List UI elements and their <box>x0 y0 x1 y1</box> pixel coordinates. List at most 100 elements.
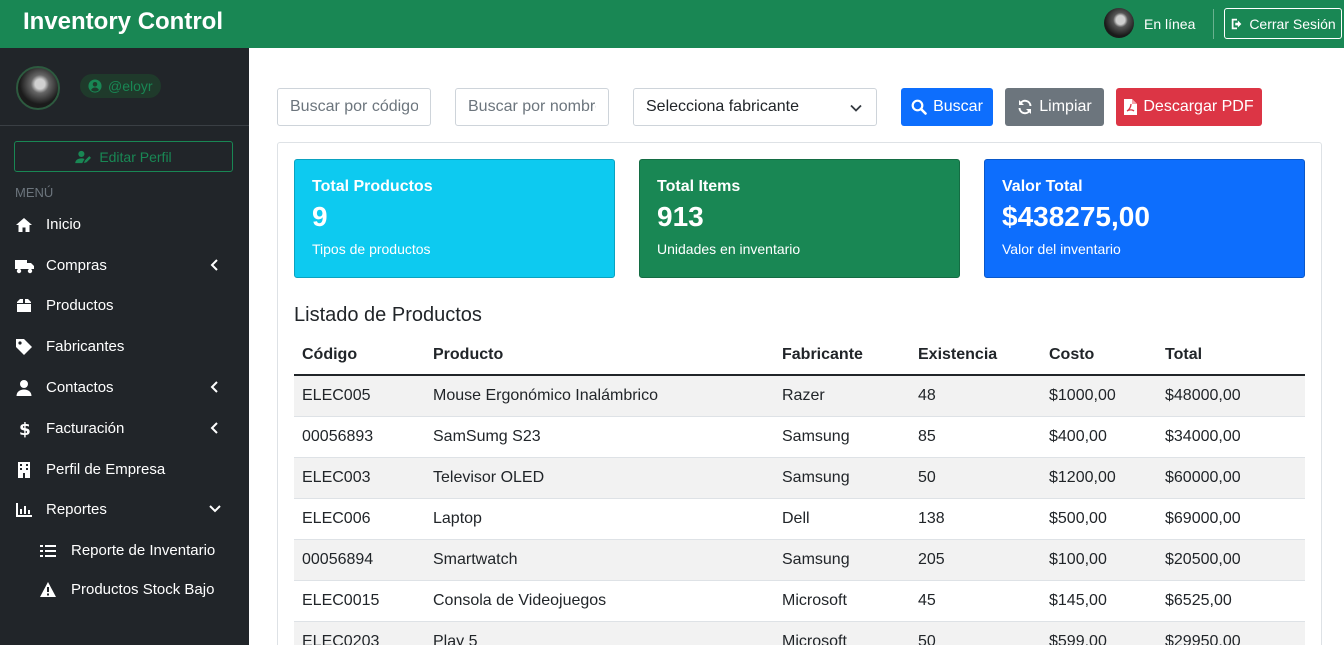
cell-total: $60000,00 <box>1157 457 1305 499</box>
sidebar-item-contactos[interactable]: Contactos <box>0 368 249 408</box>
sidebar-subitem-stock-bajo[interactable]: Productos Stock Bajo <box>0 571 249 609</box>
cell-total: $29950,00 <box>1157 621 1305 645</box>
table-row[interactable]: 00056893 SamSumg S23 Samsung 85 $400,00 … <box>294 416 1305 458</box>
user-circle-icon <box>88 79 102 93</box>
cell-existencia: 50 <box>910 621 1041 645</box>
clear-button-label: Limpiar <box>1039 98 1092 115</box>
sidebar-item-label: Productos <box>46 297 114 314</box>
box-icon <box>15 297 33 315</box>
cell-total: $69000,00 <box>1157 498 1305 540</box>
cell-fabricante: Samsung <box>774 416 910 458</box>
cell-existencia: 48 <box>910 375 1041 417</box>
search-button[interactable]: Buscar <box>901 88 993 126</box>
cell-fabricante: Samsung <box>774 539 910 581</box>
sidebar-item-compras[interactable]: Compras <box>0 246 249 286</box>
stat-card-valor-total: Valor Total $438275,00 Valor del inventa… <box>984 159 1305 278</box>
cell-costo: $400,00 <box>1041 416 1157 458</box>
sidebar-item-fabricantes[interactable]: Fabricantes <box>0 327 249 367</box>
sidebar-item-productos[interactable]: Productos <box>0 286 249 326</box>
sidebar-item-facturacion[interactable]: $ Facturación <box>0 409 249 449</box>
cell-costo: $599,00 <box>1041 621 1157 645</box>
truck-icon <box>15 257 34 275</box>
navbar-divider <box>1213 9 1214 39</box>
manufacturer-select-value: Selecciona fabricante <box>646 98 799 115</box>
sidebar-subitem-label: Reporte de Inventario <box>71 542 216 559</box>
cell-producto: Play 5 <box>425 621 774 645</box>
logout-label: Cerrar Sesión <box>1249 15 1336 32</box>
stat-value: 913 <box>657 201 704 232</box>
username-badge[interactable]: @eloyr <box>80 74 161 98</box>
search-icon <box>911 99 927 115</box>
user-icon <box>15 379 33 397</box>
stat-card-total-items: Total Items 913 Unidades en inventario <box>639 159 960 278</box>
sidebar-profile: @eloyr <box>0 48 249 126</box>
table-row[interactable]: ELEC006 Laptop Dell 138 $500,00 $69000,0… <box>294 498 1305 540</box>
sidebar-item-inicio[interactable]: Inicio <box>0 205 249 245</box>
stat-title: Valor Total <box>1002 178 1083 195</box>
stat-value: $438275,00 <box>1002 201 1150 232</box>
cell-costo: $100,00 <box>1041 539 1157 581</box>
products-list-title: Listado de Productos <box>294 304 482 326</box>
sidebar-subitem-label: Productos Stock Bajo <box>71 581 215 598</box>
cell-costo: $500,00 <box>1041 498 1157 540</box>
stat-subtitle: Unidades en inventario <box>657 241 801 257</box>
dollar-icon: $ <box>15 420 33 438</box>
online-status: En línea <box>1144 16 1196 32</box>
table-row[interactable]: ELEC0015 Consola de Videojuegos Microsof… <box>294 580 1305 622</box>
manufacturer-select[interactable]: Selecciona fabricante <box>633 88 877 126</box>
refresh-icon <box>1017 99 1033 115</box>
logout-button[interactable]: Cerrar Sesión <box>1224 8 1342 39</box>
menu-heading: MENÚ <box>15 185 54 200</box>
home-icon <box>15 216 33 234</box>
column-header-costo[interactable]: Costo <box>1041 335 1157 376</box>
sidebar-subitem-reporte-inventario[interactable]: Reporte de Inventario <box>0 532 249 570</box>
column-header-fabricante[interactable]: Fabricante <box>774 335 910 376</box>
column-header-producto[interactable]: Producto <box>425 335 774 376</box>
sidebar-item-label: Contactos <box>46 379 114 396</box>
column-header-total[interactable]: Total <box>1157 335 1305 376</box>
chart-icon <box>15 501 33 519</box>
cell-producto: Laptop <box>425 498 774 540</box>
cell-costo: $1000,00 <box>1041 375 1157 417</box>
cell-total: $6525,00 <box>1157 580 1305 622</box>
clear-button[interactable]: Limpiar <box>1005 88 1104 126</box>
avatar[interactable] <box>16 66 60 110</box>
cell-costo: $145,00 <box>1041 580 1157 622</box>
edit-profile-label: Editar Perfil <box>99 148 172 165</box>
column-header-codigo[interactable]: Código <box>294 335 425 376</box>
warning-icon <box>39 581 57 599</box>
navbar-avatar[interactable] <box>1104 8 1134 38</box>
cell-fabricante: Microsoft <box>774 621 910 645</box>
table-row[interactable]: ELEC0203 Play 5 Microsoft 50 $599,00 $29… <box>294 621 1305 645</box>
sidebar-item-label: Fabricantes <box>46 338 125 355</box>
stat-card-total-productos: Total Productos 9 Tipos de productos <box>294 159 615 278</box>
download-pdf-button[interactable]: Descargar PDF <box>1116 88 1262 126</box>
sidebar-item-label: Facturación <box>46 420 125 437</box>
tag-icon <box>15 338 33 356</box>
search-name-input[interactable] <box>455 88 609 126</box>
cell-codigo: 00056893 <box>294 416 425 458</box>
cell-existencia: 45 <box>910 580 1041 622</box>
chevron-left-icon <box>209 422 221 434</box>
table-row[interactable]: ELEC005 Mouse Ergonómico Inalámbrico Raz… <box>294 375 1305 417</box>
column-header-existencia[interactable]: Existencia <box>910 335 1041 376</box>
table-header-row: Código Producto Fabricante Existencia Co… <box>294 335 1305 376</box>
chevron-left-icon <box>209 381 221 393</box>
edit-profile-button[interactable]: Editar Perfil <box>14 141 233 172</box>
chevron-down-icon <box>850 102 862 114</box>
search-button-label: Buscar <box>933 98 983 115</box>
search-code-input[interactable] <box>277 88 431 126</box>
table-row[interactable]: ELEC003 Televisor OLED Samsung 50 $1200,… <box>294 457 1305 499</box>
cell-existencia: 50 <box>910 457 1041 499</box>
sidebar-item-perfil-empresa[interactable]: Perfil de Empresa <box>0 450 249 490</box>
brand-title[interactable]: Inventory Control <box>23 8 223 36</box>
cell-producto: Mouse Ergonómico Inalámbrico <box>425 375 774 417</box>
stat-title: Total Items <box>657 178 741 195</box>
sign-out-icon <box>1230 17 1244 31</box>
table-row[interactable]: 00056894 Smartwatch Samsung 205 $100,00 … <box>294 539 1305 581</box>
stat-title: Total Productos <box>312 178 433 195</box>
sidebar-item-reportes[interactable]: Reportes <box>0 490 249 530</box>
list-icon <box>39 542 57 560</box>
download-pdf-label: Descargar PDF <box>1143 98 1254 115</box>
svg-text:$: $ <box>19 420 31 438</box>
